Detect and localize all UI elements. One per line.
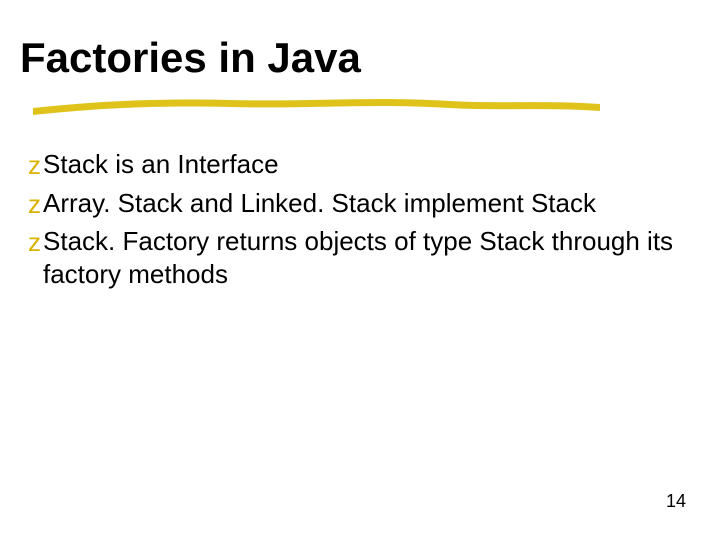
list-item: z Stack. Factory returns objects of type… — [28, 225, 680, 290]
bullet-text: Array. Stack and Linked. Stack implement… — [43, 187, 680, 220]
bullet-icon: z — [28, 149, 41, 182]
page-number: 14 — [666, 491, 686, 512]
bullet-text: Stack is an Interface — [43, 148, 680, 181]
list-item: z Stack is an Interface — [28, 148, 680, 181]
bullet-text: Stack. Factory returns objects of type S… — [43, 225, 680, 290]
list-item: z Array. Stack and Linked. Stack impleme… — [28, 187, 680, 220]
slide-title: Factories in Java — [20, 34, 361, 82]
title-underline — [30, 90, 630, 118]
bullet-icon: z — [28, 226, 41, 259]
bullet-icon: z — [28, 188, 41, 221]
slide: Factories in Java z Stack is an Interfac… — [0, 0, 720, 540]
bullet-list: z Stack is an Interface z Array. Stack a… — [28, 148, 680, 296]
